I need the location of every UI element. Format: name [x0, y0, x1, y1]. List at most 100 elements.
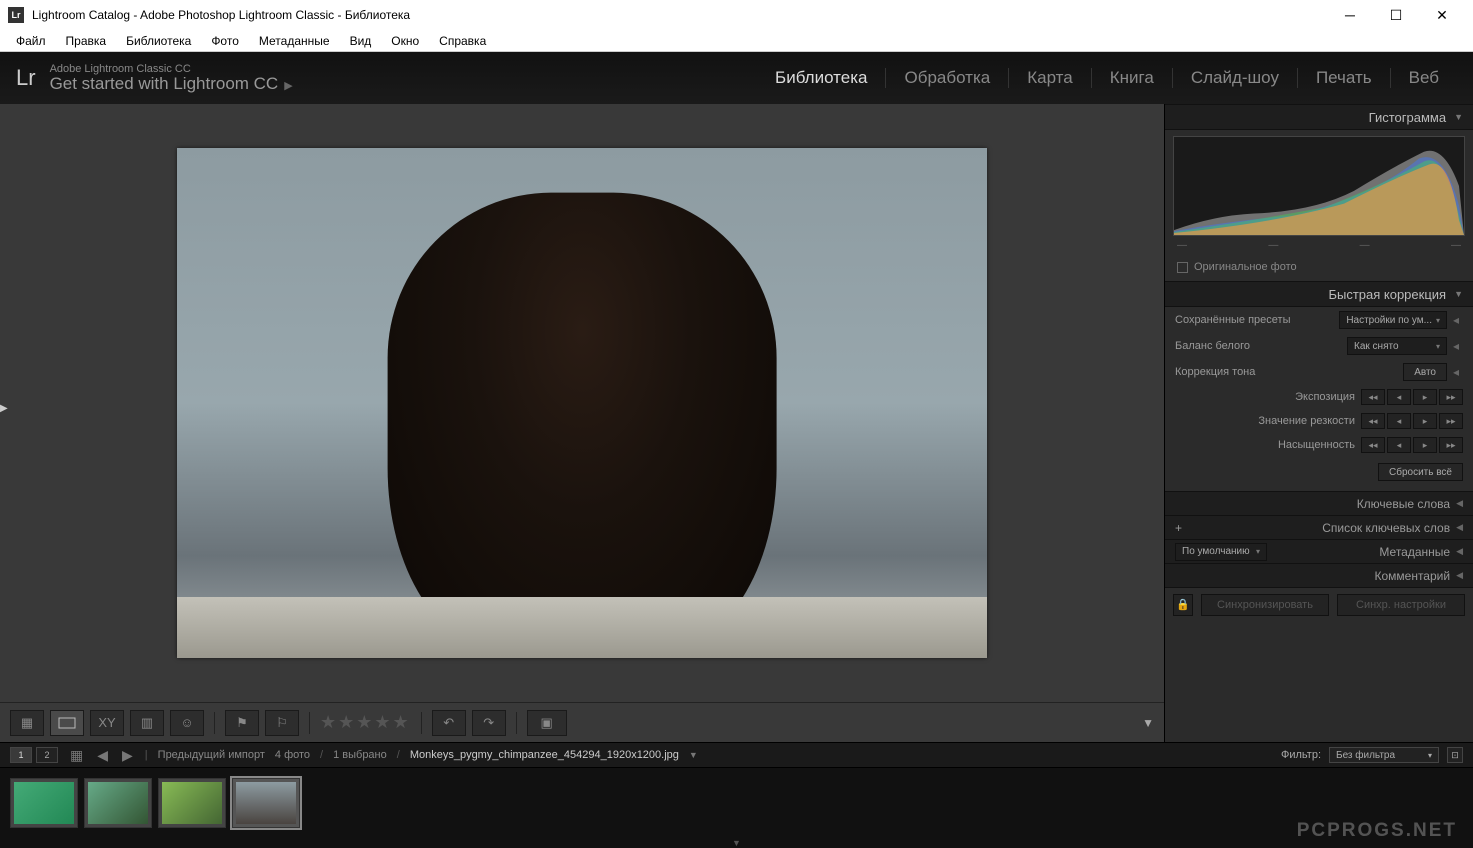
saturation-down[interactable]: ◂ — [1387, 437, 1411, 453]
keywords-header[interactable]: Ключевые слова ◀ — [1165, 491, 1473, 515]
tone-row: Коррекция тона Авто ◂ — [1165, 359, 1473, 385]
histogram-clipping: — — — — — [1165, 238, 1473, 257]
filter-lock-icon[interactable]: ⊡ — [1447, 747, 1463, 763]
rating-stars[interactable]: ★★★★★ — [320, 712, 411, 733]
thumbnail-4[interactable] — [232, 778, 300, 828]
maximize-button[interactable]: ☐ — [1373, 0, 1419, 30]
screen-1-button[interactable]: 1 — [10, 747, 32, 763]
saturation-row: Насыщенность ◂◂ ◂ ▸ ▸▸ — [1165, 433, 1473, 457]
exposure-up[interactable]: ▸ — [1413, 389, 1437, 405]
auto-tone-button[interactable]: Авто — [1403, 363, 1447, 381]
clarity-down[interactable]: ◂ — [1387, 413, 1411, 429]
rotate-ccw-button[interactable]: ↶ — [432, 710, 466, 736]
reset-all-button[interactable]: Сбросить всё — [1378, 463, 1463, 481]
sync-button[interactable]: Синхронизировать — [1201, 594, 1329, 616]
secondary-display-picker: 1 2 — [10, 747, 58, 763]
exposure-row: Экспозиция ◂◂ ◂ ▸ ▸▸ — [1165, 385, 1473, 409]
module-slideshow[interactable]: Слайд-шоу — [1173, 68, 1298, 88]
saturation-big-down[interactable]: ◂◂ — [1361, 437, 1385, 453]
sync-settings-button[interactable]: Синхр. настройки — [1337, 594, 1465, 616]
preset-select[interactable]: Настройки по ум...▾ — [1339, 311, 1447, 329]
histogram-header[interactable]: Гистограмма ▼ — [1165, 104, 1473, 130]
rotate-cw-button[interactable]: ↷ — [472, 710, 506, 736]
keywords-title: Ключевые слова — [1357, 497, 1450, 511]
brand-tag: Adobe Lightroom Classic CC Get started w… — [50, 63, 293, 94]
library-toolbar: ▦ XY ▥ ☺ ⚑ ⚐ ★★★★★ ↶ ↷ ▣ ▼ — [0, 702, 1164, 742]
quick-develop-header[interactable]: Быстрая коррекция ▼ — [1165, 281, 1473, 307]
menu-photo[interactable]: Фото — [201, 32, 249, 50]
menu-help[interactable]: Справка — [429, 32, 496, 50]
grid-view-button[interactable]: ▦ — [10, 710, 44, 736]
module-book[interactable]: Книга — [1092, 68, 1173, 88]
module-print[interactable]: Печать — [1298, 68, 1391, 88]
photo-preview[interactable] — [177, 148, 987, 658]
flag-pick-button[interactable]: ⚑ — [225, 710, 259, 736]
menu-window[interactable]: Окно — [381, 32, 429, 50]
metadata-mode-select[interactable]: По умолчанию▾ — [1175, 543, 1267, 561]
survey-view-button[interactable]: ▥ — [130, 710, 164, 736]
exposure-big-up[interactable]: ▸▸ — [1439, 389, 1463, 405]
brand-dropdown-icon[interactable]: ▶ — [284, 80, 292, 92]
metadata-title: Метаданные — [1379, 545, 1450, 559]
people-view-button[interactable]: ☺ — [170, 710, 204, 736]
keyword-list-header[interactable]: + Список ключевых слов ◀ — [1165, 515, 1473, 539]
clip-3[interactable]: — — [1360, 240, 1370, 251]
clip-shadow[interactable]: — — [1177, 240, 1187, 251]
preset-collapse-icon[interactable]: ◂ — [1453, 313, 1463, 327]
filename-dropdown-icon[interactable]: ▼ — [689, 750, 698, 760]
menu-edit[interactable]: Правка — [56, 32, 117, 50]
saturation-big-up[interactable]: ▸▸ — [1439, 437, 1463, 453]
brand-line2[interactable]: Get started with Lightroom CC — [50, 74, 279, 93]
histogram[interactable] — [1173, 136, 1465, 236]
exposure-big-down[interactable]: ◂◂ — [1361, 389, 1385, 405]
module-web[interactable]: Веб — [1391, 68, 1457, 88]
wb-collapse-icon[interactable]: ◂ — [1453, 339, 1463, 353]
clip-highlight[interactable]: — — [1451, 240, 1461, 251]
thumbnail-2[interactable] — [84, 778, 152, 828]
clarity-big-down[interactable]: ◂◂ — [1361, 413, 1385, 429]
expand-left-panel-icon[interactable]: ▶ — [0, 403, 8, 414]
menu-metadata[interactable]: Метаданные — [249, 32, 340, 50]
menu-file[interactable]: Файл — [6, 32, 56, 50]
clarity-up[interactable]: ▸ — [1413, 413, 1437, 429]
saturation-label: Насыщенность — [1175, 439, 1355, 451]
clip-2[interactable]: — — [1268, 240, 1278, 251]
saturation-up[interactable]: ▸ — [1413, 437, 1437, 453]
menu-library[interactable]: Библиотека — [116, 32, 201, 50]
tone-collapse-icon[interactable]: ◂ — [1453, 365, 1463, 379]
screen-2-button[interactable]: 2 — [36, 747, 58, 763]
module-library[interactable]: Библиотека — [757, 68, 886, 88]
filmstrip-collapse-grip[interactable]: ▼ — [0, 838, 1473, 848]
exposure-down[interactable]: ◂ — [1387, 389, 1411, 405]
minimize-button[interactable]: ─ — [1327, 0, 1373, 30]
thumbnail-1[interactable] — [10, 778, 78, 828]
metadata-header[interactable]: По умолчанию▾ Метаданные ◀ — [1165, 539, 1473, 563]
clarity-big-up[interactable]: ▸▸ — [1439, 413, 1463, 429]
original-photo-checkbox[interactable] — [1177, 262, 1188, 273]
comments-title: Комментарий — [1374, 569, 1450, 583]
flag-reject-button[interactable]: ⚐ — [265, 710, 299, 736]
comments-header[interactable]: Комментарий ◀ — [1165, 563, 1473, 587]
collapse-icon: ◀ — [1456, 498, 1463, 509]
wb-select[interactable]: Как снято▾ — [1347, 337, 1447, 355]
dropdown-icon: ▾ — [1428, 751, 1432, 760]
header: Lr Adobe Lightroom Classic CC Get starte… — [0, 52, 1473, 104]
grid-jump-icon[interactable]: ▦ — [68, 747, 85, 764]
source-crumb[interactable]: Предыдущий импорт — [158, 749, 265, 761]
add-keyword-icon[interactable]: + — [1175, 521, 1182, 535]
filter-area: Фильтр: Без фильтра▾ ⊡ — [1281, 747, 1463, 763]
toolbar-menu-icon[interactable]: ▼ — [1142, 716, 1154, 730]
module-map[interactable]: Карта — [1009, 68, 1092, 88]
module-develop[interactable]: Обработка — [886, 68, 1009, 88]
auto-sync-lock-icon[interactable]: 🔒 — [1173, 594, 1193, 616]
menu-view[interactable]: Вид — [340, 32, 382, 50]
filter-select[interactable]: Без фильтра▾ — [1329, 747, 1439, 763]
nav-back-icon[interactable]: ◀ — [95, 747, 110, 764]
nav-forward-icon[interactable]: ▶ — [120, 747, 135, 764]
close-button[interactable]: ✕ — [1419, 0, 1465, 30]
slideshow-play-button[interactable]: ▣ — [527, 710, 567, 736]
thumbnail-3[interactable] — [158, 778, 226, 828]
filmstrip[interactable] — [0, 768, 1473, 838]
compare-view-button[interactable]: XY — [90, 710, 124, 736]
loupe-view-button[interactable] — [50, 710, 84, 736]
